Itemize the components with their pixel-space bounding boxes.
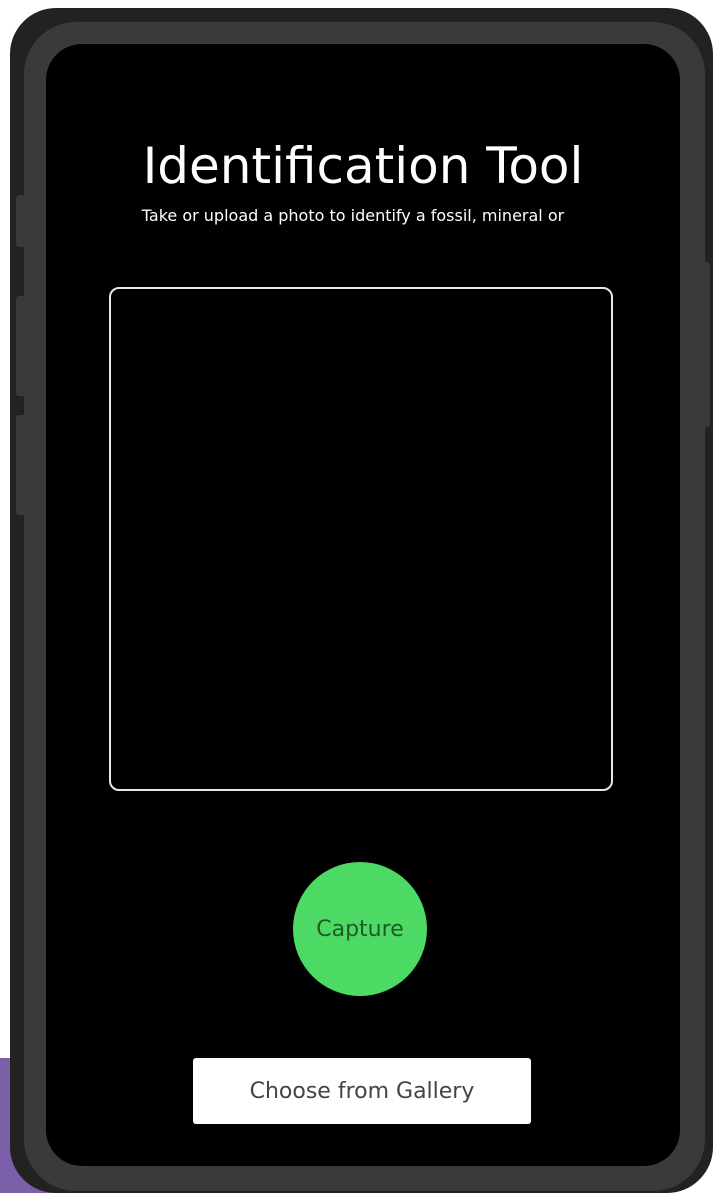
stage: Identification Tool Take or upload a pho… bbox=[0, 0, 715, 1193]
instructions-text: Take or upload a photo to identify a fos… bbox=[141, 206, 565, 225]
volume-down-button bbox=[16, 415, 26, 515]
choose-from-gallery-button[interactable]: Choose from Gallery bbox=[193, 1058, 531, 1124]
capture-button[interactable]: Capture bbox=[293, 862, 427, 996]
volume-up-button bbox=[16, 296, 26, 396]
mute-switch bbox=[16, 195, 26, 247]
camera-preview[interactable] bbox=[109, 287, 613, 791]
app-screen: Identification Tool Take or upload a pho… bbox=[46, 44, 680, 1166]
power-button bbox=[700, 262, 710, 427]
page-title: Identification Tool bbox=[142, 137, 584, 195]
